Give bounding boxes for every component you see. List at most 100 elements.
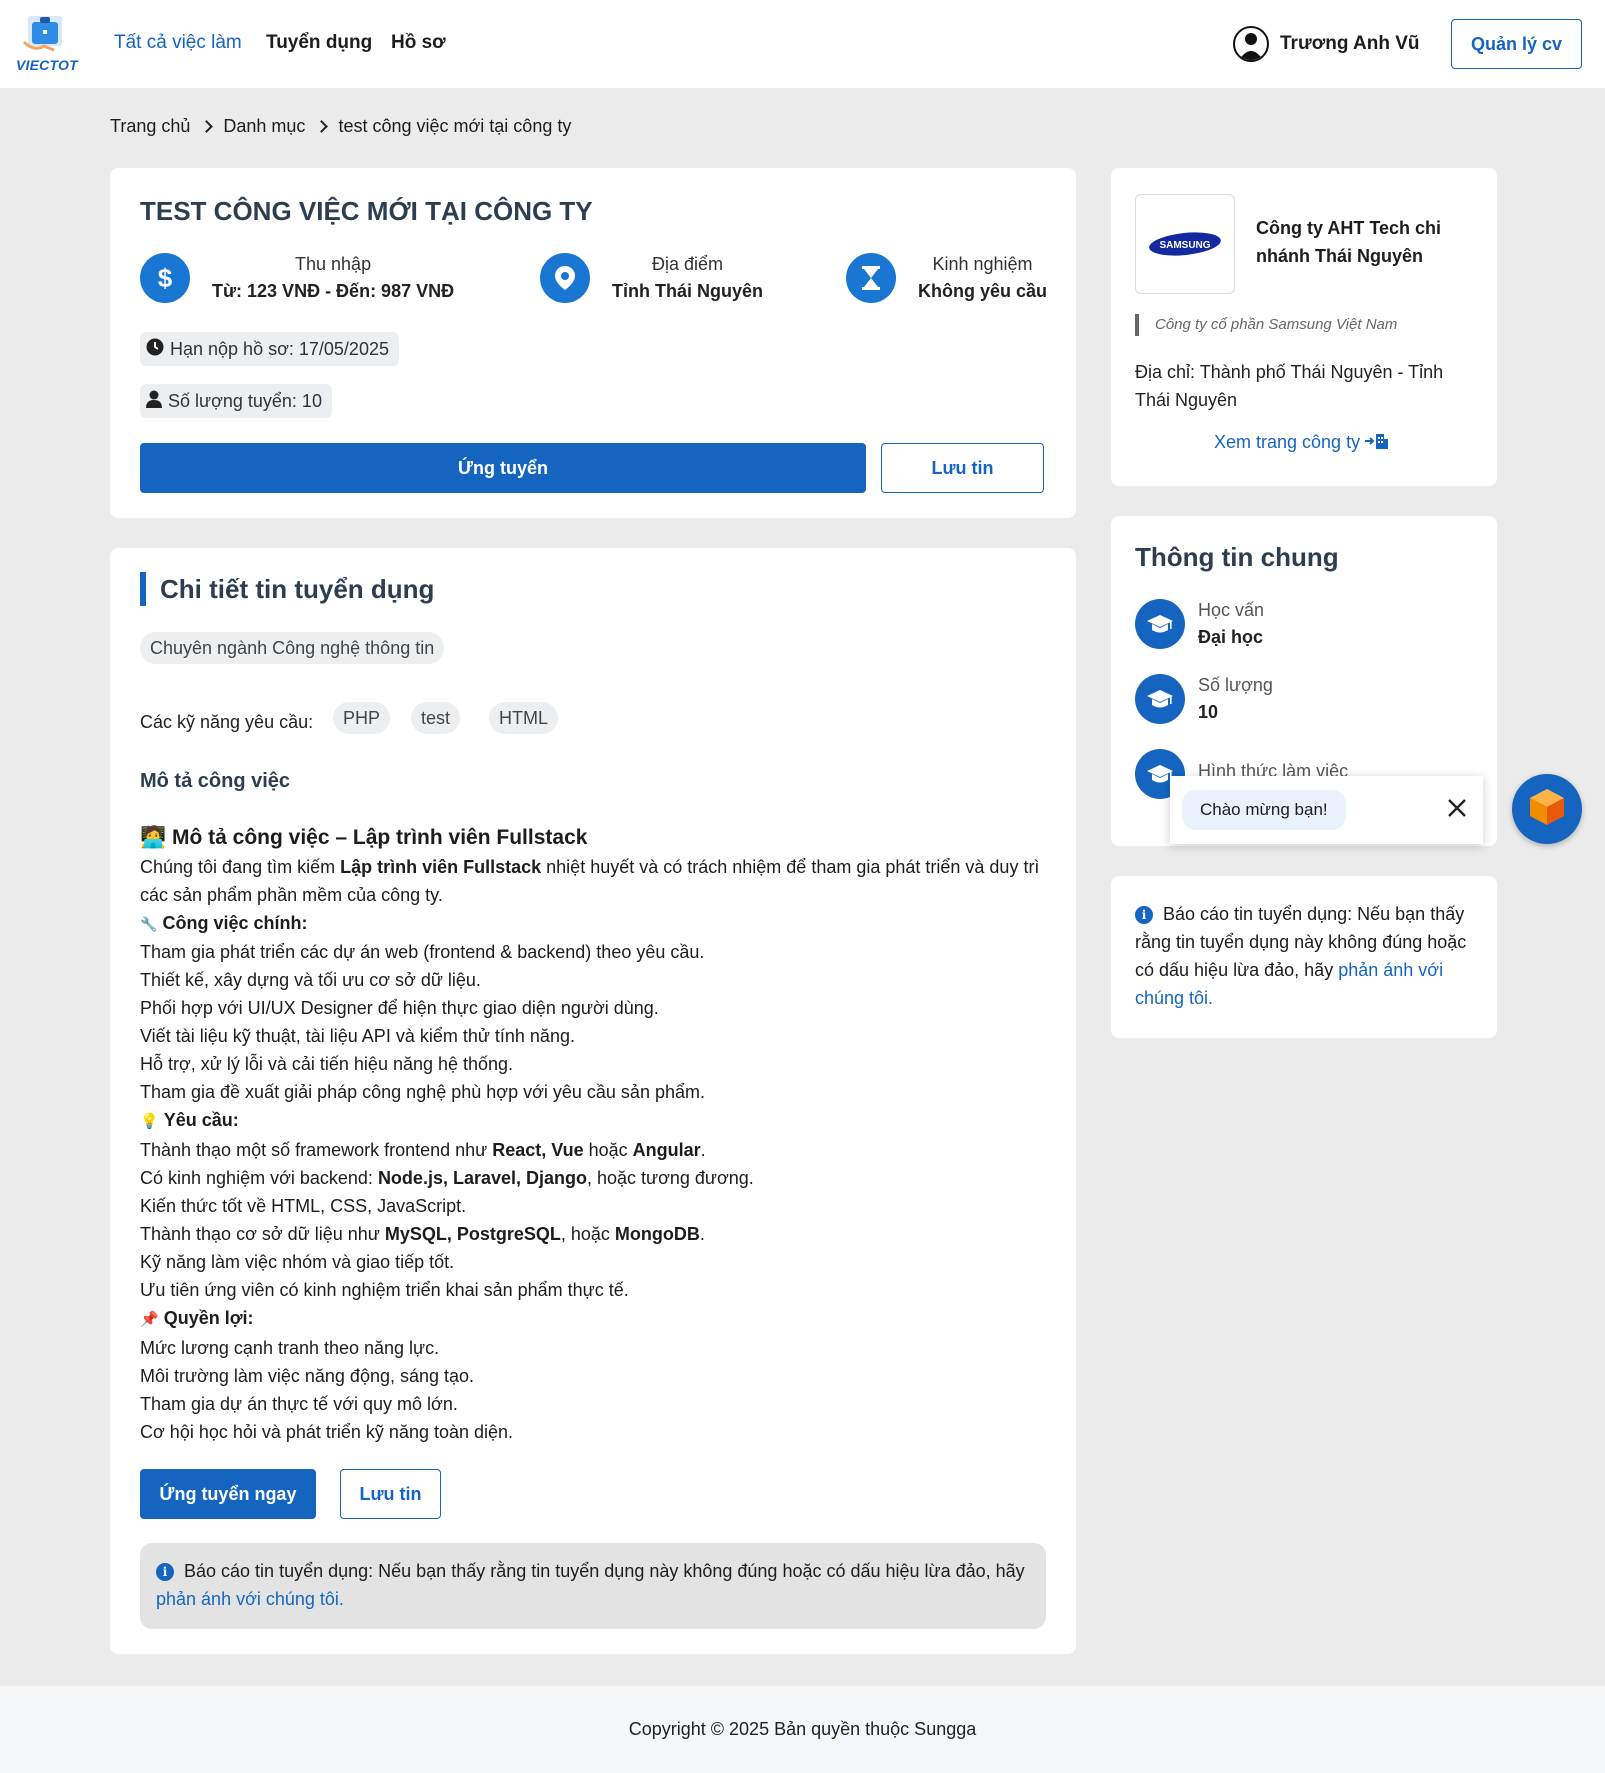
job-title: TEST CÔNG VIỆC MỚI TẠI CÔNG TY: [140, 196, 593, 226]
save-job-button[interactable]: Lưu tin: [881, 443, 1044, 493]
chat-popup: Chào mừng bạn!: [1170, 776, 1483, 844]
report-text: Báo cáo tin tuyển dụng: Nếu bạn thấy rằn…: [184, 1561, 1025, 1581]
description-heading: Mô tả công việc: [140, 770, 291, 792]
benefit-item: Tham gia dự án thực tế với quy mô lớn.: [140, 1394, 458, 1414]
info-quantity: Số lượng 10: [1135, 673, 1273, 725]
company-parent: Công ty cổ phần Samsung Việt Nam: [1135, 314, 1397, 336]
content-title: 🧑‍💻 Mô tả công việc – Lập trình viên Ful…: [140, 826, 588, 849]
category-pill: Chuyên ngành Công nghệ thông tin: [140, 632, 445, 664]
location-pin-icon: [540, 253, 590, 303]
job-detail-card: Chi tiết tin tuyển dụng Chuyên ngành Côn…: [110, 548, 1076, 1654]
quantity-text: Số lượng tuyển: 10: [168, 390, 322, 411]
nav-profile[interactable]: Hồ sơ: [391, 32, 446, 54]
job-description: 🧑‍💻 Mô tả công việc – Lập trình viên Ful…: [140, 824, 1050, 1446]
requirement-item: Có kinh nghiệm với backend: Node.js, Lar…: [140, 1168, 754, 1188]
view-company-link[interactable]: Xem trang công ty: [1214, 432, 1389, 453]
task-item: Tham gia đề xuất giải pháp công nghệ phù…: [140, 1082, 705, 1102]
location-label: Địa điểm: [651, 254, 724, 274]
info-icon: i: [1135, 906, 1153, 924]
education-label: Học vấn: [1198, 600, 1265, 620]
developer-emoji-icon: 🧑‍💻: [140, 826, 167, 849]
copyright-text: Copyright © 2025 Bản quyền thuộc Sungga: [628, 1719, 977, 1739]
benefit-item: Mức lương cạnh tranh theo năng lực.: [140, 1338, 440, 1358]
benefit-item: Cơ hội học hỏi và phát triển kỹ năng toà…: [140, 1422, 514, 1442]
requirement-item: Ưu tiên ứng viên có kinh nghiệm triển kh…: [140, 1280, 629, 1300]
info-education: Học vấn Đại học: [1135, 598, 1264, 650]
breadcrumb-category[interactable]: Danh mục: [223, 116, 305, 137]
income-stat: $ Thu nhập Từ: 123 VNĐ - Đến: 987 VNĐ: [140, 250, 454, 306]
deadline-tag: Hạn nộp hồ sơ: 17/05/2025: [140, 332, 399, 366]
intro-paragraph: Chúng tôi đang tìm kiếm Lập trình viên F…: [140, 857, 1040, 905]
skill-pill: test: [411, 702, 461, 734]
graduation-cap-icon: [1135, 674, 1185, 724]
requirement-item: Thành thạo một số framework frontend như…: [140, 1140, 706, 1160]
breadcrumb-home[interactable]: Trang chủ: [110, 116, 190, 137]
requirement-item: Kỹ năng làm việc nhóm và giao tiếp tốt.: [140, 1252, 455, 1272]
user-menu[interactable]: Trương Anh Vũ: [1233, 26, 1420, 62]
job-summary-card: TEST CÔNG VIỆC MỚI TẠI CÔNG TY $ Thu nhậ…: [110, 168, 1076, 518]
side-report-card: i Báo cáo tin tuyển dụng: Nếu bạn thấy rằ…: [1111, 876, 1497, 1038]
chat-launcher-button[interactable]: [1512, 774, 1582, 844]
main-tasks-heading: 🔧 Công việc chính:: [140, 913, 308, 933]
report-box: i Báo cáo tin tuyển dụng: Nếu bạn thấy rằ…: [140, 1543, 1046, 1629]
hourglass-icon: [846, 253, 896, 303]
apply-now-button[interactable]: Ứng tuyển ngay: [140, 1469, 316, 1519]
graduation-cap-icon: [1135, 599, 1185, 649]
footer: Copyright © 2025 Bản quyền thuộc Sungga: [0, 1686, 1605, 1773]
education-value: Đại học: [1198, 627, 1264, 647]
quantity-label: Số lượng: [1198, 675, 1273, 695]
save-job-bottom-button[interactable]: Lưu tin: [340, 1469, 441, 1519]
close-icon[interactable]: [1445, 796, 1469, 820]
building-arrow-icon: [1365, 432, 1389, 452]
experience-label: Kinh nghiệm: [932, 254, 1033, 274]
experience-stat: Kinh nghiệm Không yêu cầu: [846, 250, 1047, 306]
skills-label: Các kỹ năng yêu cầu:: [140, 712, 314, 732]
person-icon: [146, 390, 162, 413]
task-item: Tham gia phát triển các dự án web (front…: [140, 942, 705, 962]
side-report: i Báo cáo tin tuyển dụng: Nếu bạn thấy rằ…: [1135, 900, 1475, 1012]
general-info-title: Thông tin chung: [1135, 542, 1339, 572]
company-card: SAMSUNG Công ty AHT Tech chi nhánh Thái …: [1111, 168, 1497, 486]
task-item: Phối hợp với UI/UX Designer để hiện thực…: [140, 998, 659, 1018]
company-logo-text: SAMSUNG: [1159, 240, 1210, 251]
company-name[interactable]: Công ty AHT Tech chi nhánh Thái Nguyên: [1256, 214, 1456, 270]
company-address: Địa chỉ: Thành phố Thái Nguyên - Tỉnh Th…: [1135, 362, 1444, 410]
requirement-item: Thành thạo cơ sở dữ liệu như MySQL, Post…: [140, 1224, 705, 1244]
quantity-tag: Số lượng tuyển: 10: [140, 384, 332, 418]
benefits-heading: 📌 Quyền lợi:: [140, 1308, 254, 1328]
skill-pill: PHP: [333, 702, 391, 734]
task-item: Viết tài liệu kỹ thuật, tài liệu API và …: [140, 1026, 575, 1046]
requirement-item: Kiến thức tốt về HTML, CSS, JavaScript.: [140, 1196, 467, 1216]
chat-greeting: Chào mừng bạn!: [1182, 790, 1346, 830]
experience-value: Không yêu cầu: [918, 281, 1048, 301]
report-link[interactable]: phản ánh với chúng tôi.: [156, 1589, 344, 1609]
location-value: Tỉnh Thái Nguyên: [612, 281, 763, 301]
info-icon: i: [156, 1563, 174, 1581]
dollar-icon: $: [140, 253, 190, 303]
user-avatar-icon: [1233, 26, 1269, 62]
clock-icon: [146, 338, 164, 361]
income-value: Từ: 123 VNĐ - Đến: 987 VNĐ: [212, 281, 455, 301]
top-header: VIECTOT Tất cả việc làm Tuyển dụng Hồ sơ…: [0, 0, 1605, 88]
task-item: Thiết kế, xây dựng và tối ưu cơ sở dữ li…: [140, 970, 481, 990]
breadcrumb-current: test công việc mới tại công ty: [338, 116, 572, 136]
task-item: Hỗ trợ, xử lý lỗi và cải tiến hiệu năng …: [140, 1054, 514, 1074]
deadline-text: Hạn nộp hồ sơ: 17/05/2025: [170, 338, 389, 359]
location-stat: Địa điểm Tỉnh Thái Nguyên: [540, 250, 763, 306]
user-name: Trương Anh Vũ: [1280, 33, 1420, 54]
income-label: Thu nhập: [295, 254, 372, 274]
apply-button[interactable]: Ứng tuyển: [140, 443, 866, 493]
breadcrumb: Trang chủ Danh mục test công việc mới tạ…: [110, 116, 571, 137]
quantity-value: 10: [1198, 702, 1219, 722]
benefit-item: Môi trường làm việc năng động, sáng tạo.: [140, 1366, 475, 1386]
company-logo[interactable]: SAMSUNG: [1135, 194, 1235, 294]
logo-text: VIECTOT: [16, 57, 78, 73]
manage-cv-button[interactable]: Quản lý cv: [1451, 19, 1582, 69]
pushpin-icon: 📌: [140, 1311, 159, 1328]
chevron-right-icon: [315, 120, 329, 133]
lightbulb-icon: 💡: [140, 1113, 159, 1130]
nav-all-jobs[interactable]: Tất cả việc làm: [114, 32, 242, 54]
nav-recruitment[interactable]: Tuyển dụng: [266, 32, 372, 54]
skill-pill: HTML: [489, 702, 558, 734]
cube-icon: [1528, 787, 1566, 832]
